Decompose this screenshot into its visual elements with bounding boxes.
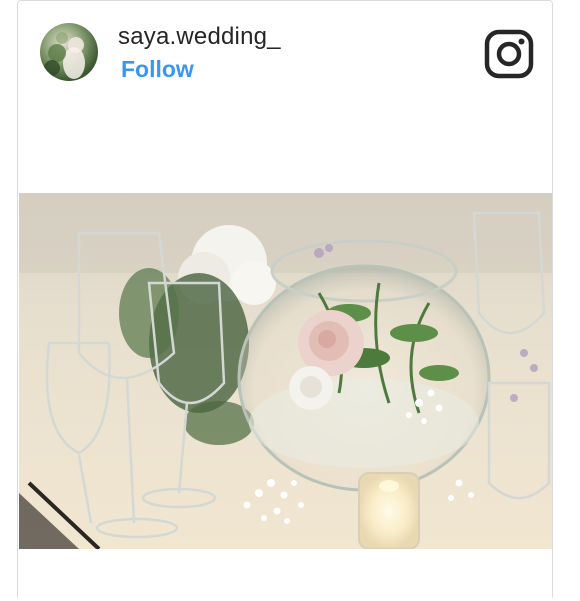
instagram-embed-card: saya.wedding_ Follow: [17, 0, 553, 601]
post-header: saya.wedding_ Follow: [18, 1, 552, 101]
instagram-icon[interactable]: [484, 29, 534, 79]
post-footer: [18, 549, 552, 601]
avatar-image-icon: [44, 32, 85, 79]
post-photo[interactable]: [19, 193, 552, 549]
follow-button[interactable]: Follow: [121, 56, 194, 83]
profile-avatar[interactable]: [40, 23, 98, 81]
username[interactable]: saya.wedding_: [118, 23, 281, 51]
centerpiece-photo-icon: [19, 193, 552, 549]
